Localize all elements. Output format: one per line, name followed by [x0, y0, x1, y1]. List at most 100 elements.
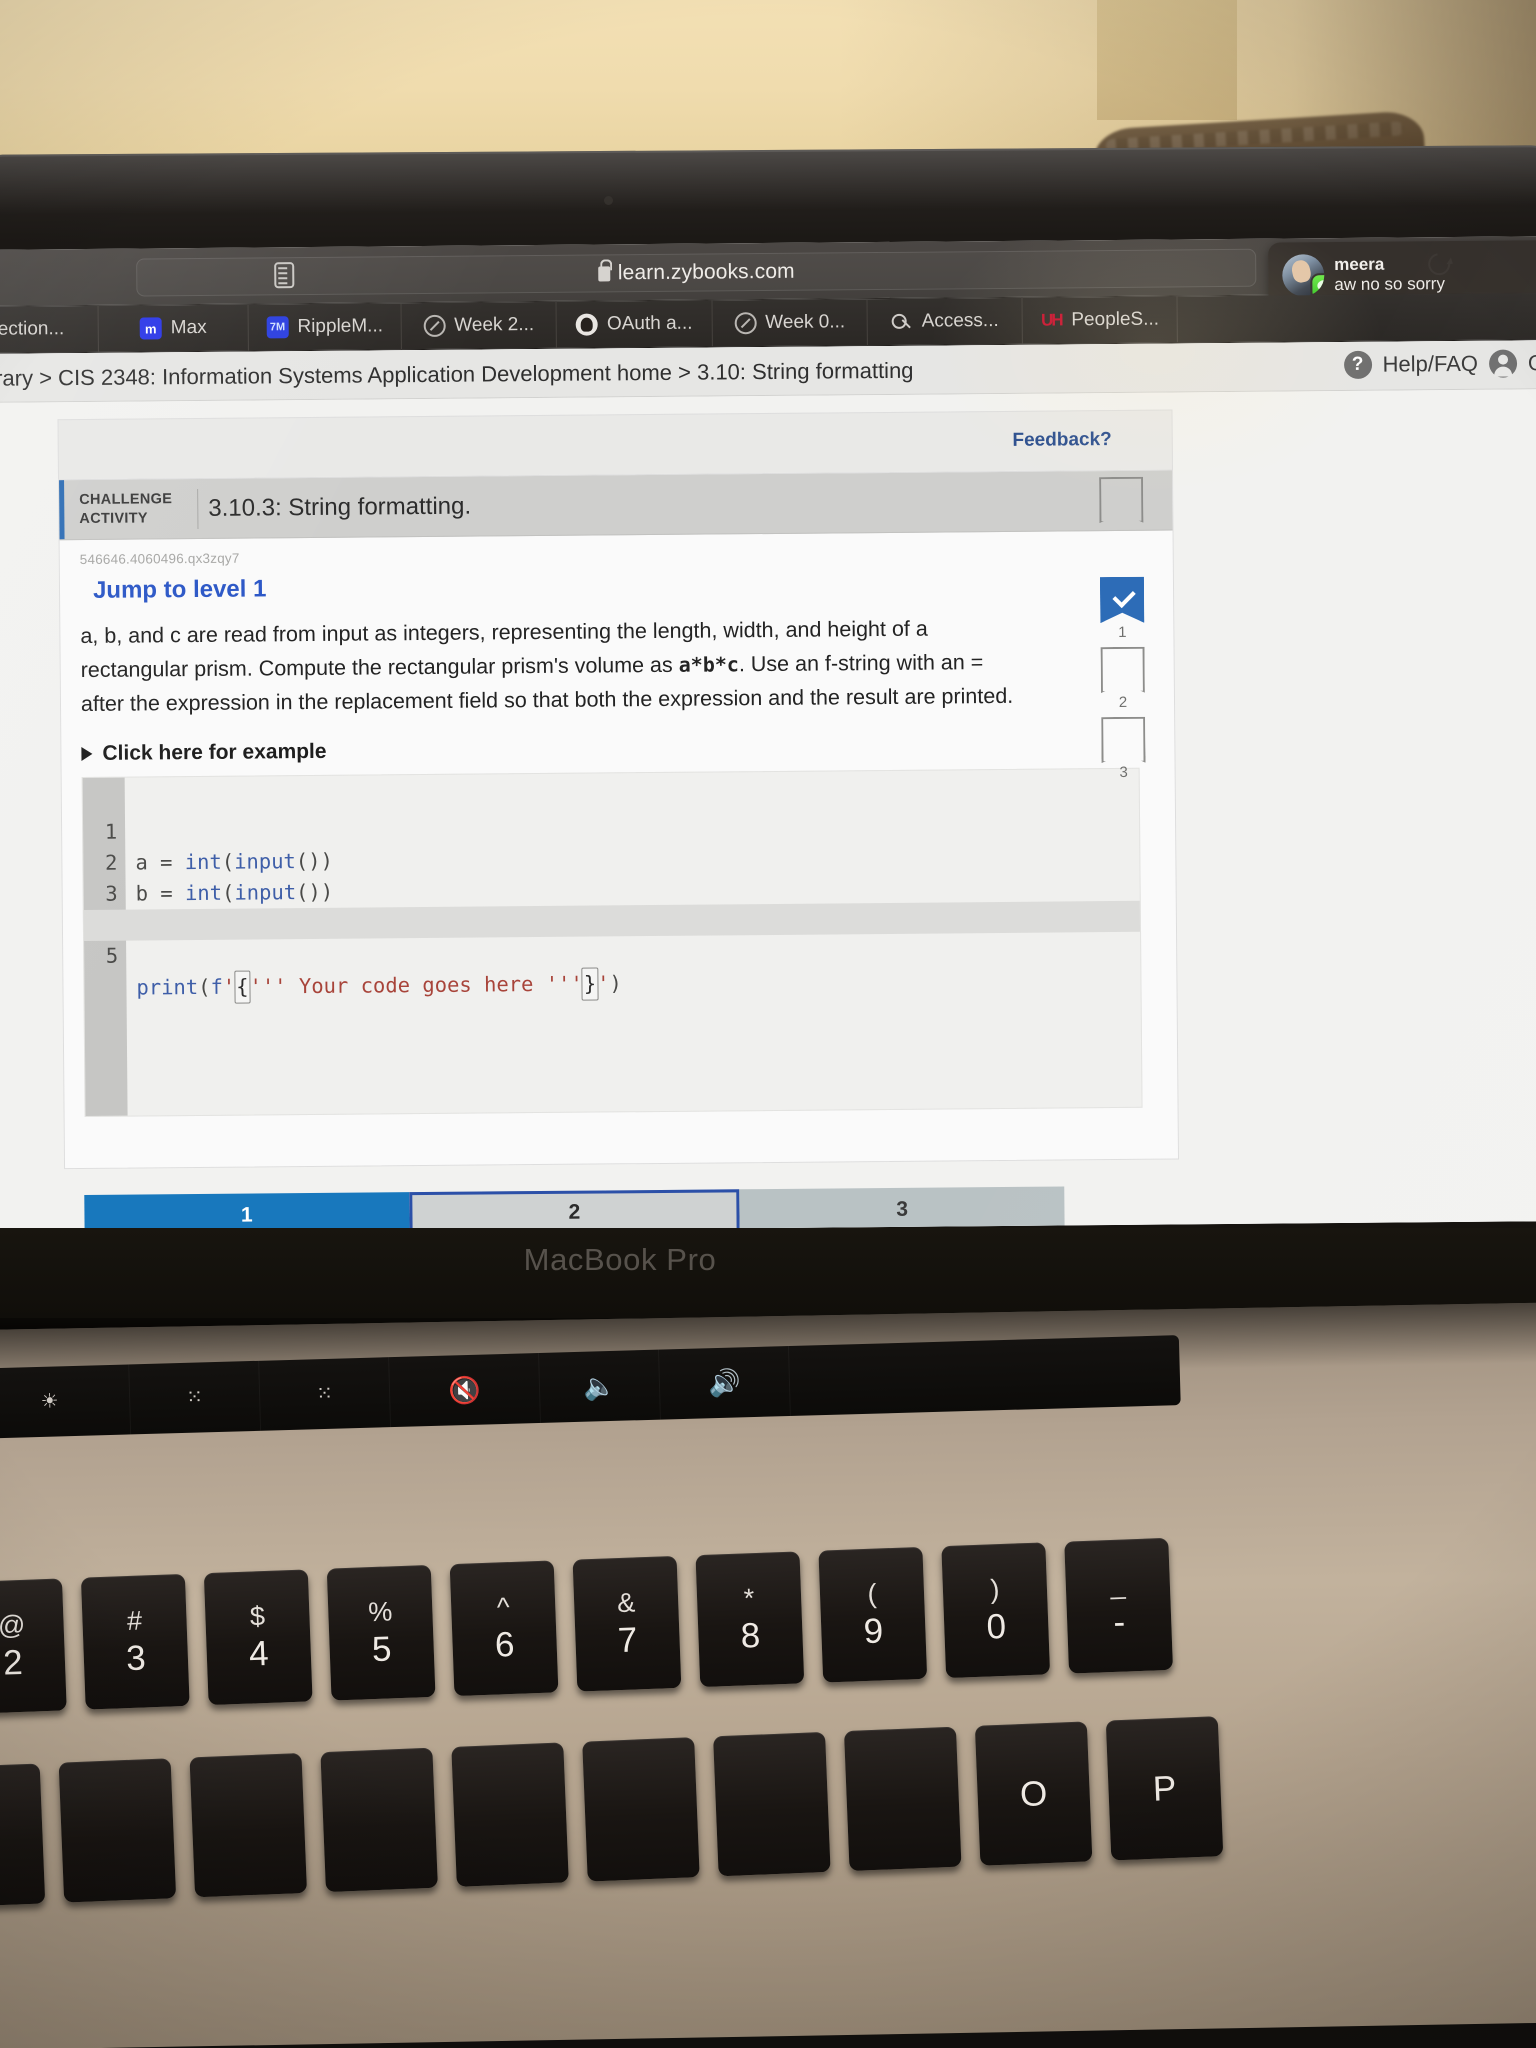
zybooks-page: library > CIS 2348: Information Systems … — [0, 340, 1536, 1235]
person-icon[interactable] — [1488, 349, 1518, 378]
address-bar[interactable]: learn.zybooks.com — [136, 248, 1257, 297]
safari-compass-icon — [423, 314, 446, 338]
keyboard-brightness-up-icon[interactable]: ⁙ — [259, 1357, 392, 1431]
glyph: ⁙ — [185, 1386, 204, 1409]
challenge-activity-card: CHALLENGE ACTIVITY 3.10.3: String format… — [58, 469, 1180, 1170]
key-lower: 7 — [617, 1620, 639, 1661]
key-9[interactable]: ( 9 — [818, 1546, 928, 1683]
tab-label: RippleM... — [297, 315, 384, 338]
tab-label: OAuth a... — [606, 312, 693, 335]
example-label: Click here for example — [102, 739, 327, 765]
feedback-card: Feedback? — [57, 409, 1173, 480]
key-lower: 9 — [862, 1611, 884, 1652]
github-icon — [575, 313, 599, 336]
tab-access[interactable]: Access... — [867, 297, 1023, 346]
key-blank-6[interactable] — [582, 1737, 700, 1882]
uh-logo-icon: UH — [1040, 310, 1062, 330]
key-o[interactable]: O — [974, 1721, 1093, 1866]
key-blank-8[interactable] — [843, 1726, 962, 1872]
tab-label: Access... — [921, 309, 999, 332]
banner-label: 3 — [1119, 763, 1128, 781]
tab-label: Week 0... — [765, 311, 846, 334]
progress-banner — [1099, 477, 1143, 523]
keyboard-brightness-down-icon[interactable]: ⁙ — [129, 1360, 262, 1435]
key-blank-3[interactable] — [189, 1752, 308, 1898]
key-4[interactable]: $ 4 — [203, 1569, 313, 1706]
kicker-line-2: ACTIVITY — [79, 509, 148, 527]
key-upper: & — [616, 1587, 636, 1619]
safari-compass-icon — [734, 312, 757, 335]
key-upper: * — [743, 1583, 755, 1614]
key-lower: 6 — [494, 1624, 516, 1665]
kicker-line-1: CHALLENGE — [79, 491, 173, 509]
messages-icon — [1312, 275, 1325, 297]
key-lower: 5 — [371, 1629, 393, 1670]
key-label: O — [1019, 1773, 1049, 1814]
code-lines: 1 a = int(input()) 2 b = int(input()) 3 … — [83, 777, 1141, 1005]
tab-peoplesoft[interactable]: UH PeopleS... — [1022, 296, 1178, 344]
code-editor[interactable]: 1 a = int(input()) 2 b = int(input()) 3 … — [81, 767, 1143, 1117]
key-blank-5[interactable] — [451, 1742, 569, 1887]
line-text: print(f'{''' Your code goes here '''}') — [136, 967, 622, 1005]
key-p[interactable]: P — [1105, 1716, 1224, 1861]
tab-week0[interactable]: Week 0... — [712, 299, 868, 347]
key-2[interactable]: @ 2 — [0, 1578, 67, 1715]
photo-of-laptop-screen: learn.zybooks.com meera aw no so sorry e… — [0, 0, 1536, 2048]
level-banner-rail: 1 2 3 — [1094, 479, 1151, 781]
accent-bar — [59, 480, 65, 540]
tab-ripplematch[interactable]: 7M RippleM... — [248, 303, 402, 351]
webcam-icon — [604, 196, 613, 205]
feedback-link[interactable]: Feedback? — [1012, 429, 1111, 452]
account-initial[interactable]: O — [1528, 350, 1536, 376]
key-lower: 4 — [248, 1633, 270, 1674]
help-faq-link[interactable]: Help/FAQ — [1382, 351, 1478, 378]
glyph: 🔈 — [582, 1370, 617, 1402]
key-7[interactable]: & 7 — [572, 1555, 682, 1692]
key-upper: ^ — [496, 1592, 511, 1623]
key-8[interactable]: * 8 — [695, 1551, 805, 1688]
tab-label: PeopleS... — [1071, 308, 1160, 331]
activity-prompt: a, b, and c are read from input as integ… — [80, 612, 1016, 722]
progress-banner-3[interactable] — [1101, 717, 1145, 763]
jump-to-level-link[interactable]: Jump to level 1 — [93, 575, 267, 605]
lid-gloss — [0, 145, 1536, 215]
tab-oauth[interactable]: OAuth a... — [556, 300, 713, 348]
key-hyphen[interactable]: _ - — [1064, 1537, 1174, 1674]
key-upper: @ — [0, 1609, 26, 1641]
key-blank-1[interactable] — [0, 1763, 46, 1908]
key-label: P — [1152, 1768, 1177, 1809]
key-blank-7[interactable] — [713, 1731, 831, 1877]
brightness-down-icon[interactable]: ☀ — [0, 1364, 132, 1439]
volume-down-icon[interactable]: 🔈 — [539, 1349, 661, 1423]
activity-title: 3.10.3: String formatting. — [208, 492, 472, 522]
tab-week2[interactable]: Week 2... — [401, 301, 557, 350]
tab-ection[interactable]: ection... — [0, 305, 99, 353]
volume-up-icon[interactable]: 🔊 — [658, 1346, 791, 1420]
notification-message: aw no so sorry — [1334, 274, 1446, 295]
max-icon: m — [139, 317, 162, 340]
key-blank-4[interactable] — [320, 1747, 438, 1893]
progress-banner-1[interactable] — [1100, 577, 1144, 623]
key-upper: _ — [1109, 1569, 1126, 1600]
key-5[interactable]: % 5 — [326, 1564, 436, 1701]
progress-banner-2[interactable] — [1101, 647, 1145, 693]
tab-label: ection... — [0, 318, 65, 340]
key-upper: # — [126, 1605, 143, 1637]
glyph: ☀ — [40, 1390, 59, 1413]
divider — [197, 488, 199, 529]
glyph: 🔊 — [707, 1367, 742, 1399]
question-mark-icon[interactable]: ? — [1343, 350, 1372, 379]
example-disclosure[interactable]: Click here for example — [81, 739, 327, 766]
mute-icon[interactable]: 🔇 — [389, 1352, 541, 1428]
ripplematch-icon: 7M — [266, 316, 289, 339]
key-upper: ( — [866, 1578, 878, 1609]
key-upper: % — [367, 1596, 393, 1628]
key-3[interactable]: # 3 — [80, 1573, 190, 1710]
key-blank-2[interactable] — [58, 1758, 177, 1903]
key-6[interactable]: ^ 6 — [449, 1560, 559, 1697]
breadcrumb[interactable]: library > CIS 2348: Information Systems … — [0, 358, 914, 392]
key-0[interactable]: ) 0 — [941, 1542, 1051, 1679]
activity-id: 546646.4060496.qx3zqy7 — [79, 550, 240, 568]
tab-max[interactable]: m Max — [98, 304, 249, 352]
key-icon — [891, 311, 913, 333]
